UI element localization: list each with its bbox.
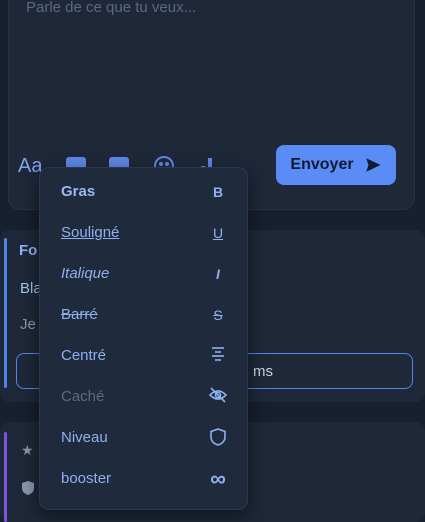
align-center-icon (208, 346, 228, 366)
eye-off-icon (208, 387, 228, 407)
shield-icon (21, 480, 35, 501)
bold-icon: B (212, 184, 224, 200)
composer-placeholder: Parle de ce que tu veux... (26, 0, 197, 16)
underline-icon: U (212, 225, 224, 241)
menu-item-italic[interactable]: Italique I (40, 254, 247, 294)
card-accent (4, 238, 7, 388)
menu-item-center[interactable]: Centré (40, 336, 247, 376)
menu-item-hidden[interactable]: Caché (40, 377, 247, 417)
menu-item-underline[interactable]: Souligné U (40, 213, 247, 253)
card-title: Fo (19, 242, 38, 259)
menu-item-strikethrough[interactable]: Barré S (40, 295, 247, 335)
menu-item-level[interactable]: Niveau (40, 418, 247, 458)
star-icon: ★ (21, 442, 34, 458)
send-label: Envoyer (290, 156, 354, 173)
infinity-icon: ∞ (210, 466, 226, 491)
menu-item-label: Barré (61, 306, 98, 323)
menu-item-label: Niveau (61, 429, 108, 446)
card-text: Je (20, 316, 36, 333)
menu-item-label: Centré (61, 347, 107, 364)
menu-item-bold[interactable]: Gras B (40, 172, 247, 212)
menu-item-label: Caché (61, 388, 105, 405)
shield-icon (208, 428, 228, 448)
send-button[interactable]: Envoyer (276, 145, 396, 185)
format-menu: Gras B Souligné U Italique I Barré S Cen… (39, 167, 248, 510)
menu-item-booster[interactable]: booster ∞ (40, 459, 247, 499)
send-icon (365, 158, 381, 172)
menu-item-label: Gras (61, 183, 96, 200)
strikethrough-icon: S (213, 307, 223, 323)
menu-item-label: Souligné (61, 224, 120, 241)
menu-item-label: booster (61, 470, 112, 487)
card-action-label: ms (253, 363, 273, 380)
card-accent (4, 432, 7, 522)
menu-item-label: Italique (61, 265, 110, 282)
italic-icon: I (216, 266, 220, 282)
